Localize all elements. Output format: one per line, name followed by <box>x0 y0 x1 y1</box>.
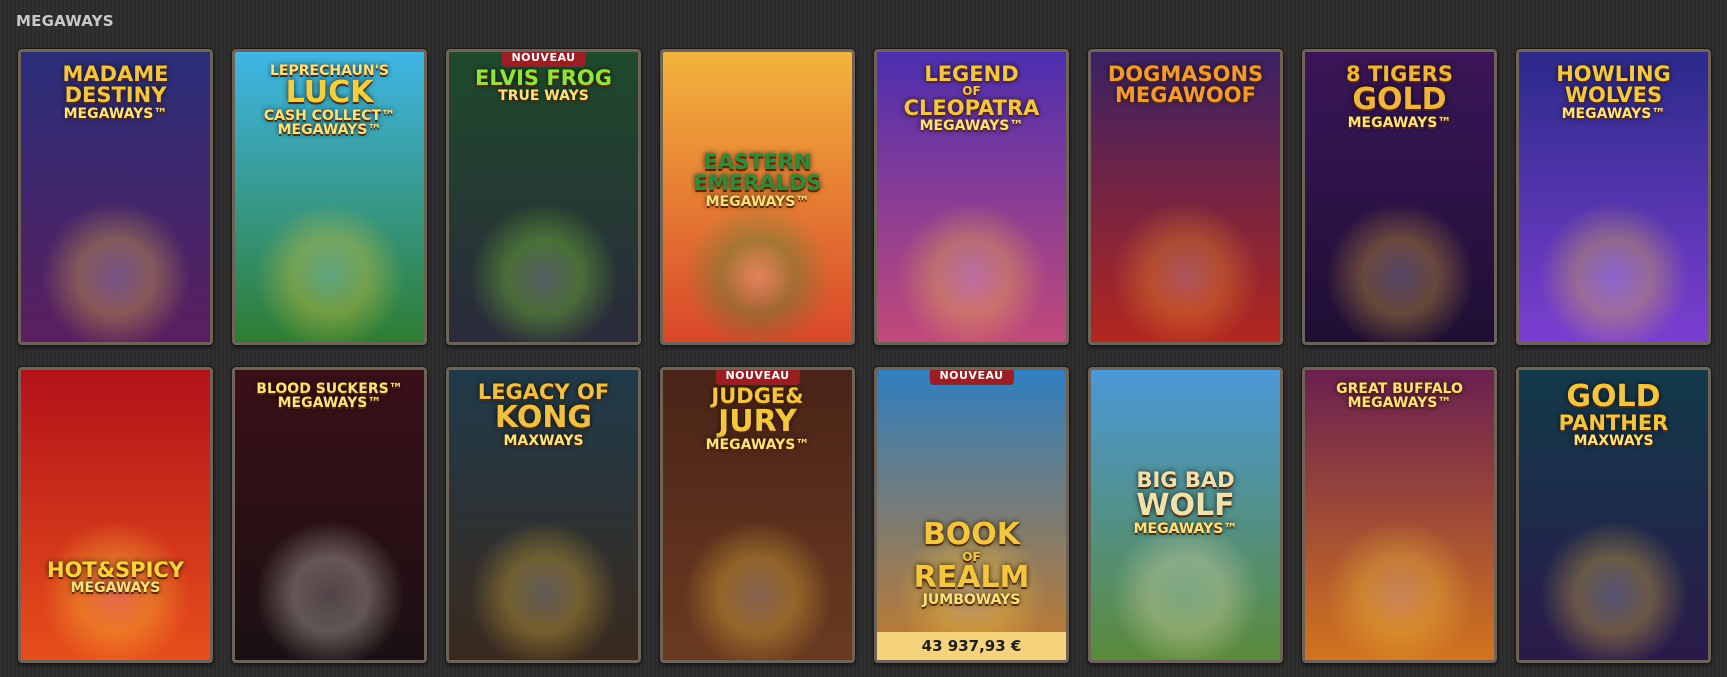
game-title: DOGMASONS MEGAWOOF <box>1091 63 1280 108</box>
game-title-line: GOLD <box>1352 82 1447 118</box>
game-title-line: WOLVES <box>1564 83 1663 108</box>
character-art <box>1538 202 1689 342</box>
game-title-line: MEGAWAYS™ <box>1133 521 1238 537</box>
character-art <box>682 202 833 342</box>
game-title: BOOK OF REALM JUMBOWAYS <box>877 517 1066 609</box>
game-tile[interactable]: EASTERN EMERALDS MEGAWAYS™ <box>660 49 855 345</box>
game-title-line: LUCK <box>285 75 374 111</box>
game-title-line: PANTHER <box>1558 410 1669 435</box>
character-art <box>1538 520 1689 660</box>
game-title: ELVIS FROG TRUE WAYS <box>449 66 638 105</box>
game-title-line: EMERALDS <box>693 171 822 196</box>
game-tile[interactable]: DOGMASONS MEGAWOOF <box>1088 49 1283 345</box>
game-title-line: MEGAWAYS™ <box>1347 395 1452 412</box>
game-title-line: JUMBOWAYS <box>922 592 1021 609</box>
game-title: HOWLING WOLVES MEGAWAYS™ <box>1519 63 1708 122</box>
game-title-line: MAXWAYS <box>1573 433 1654 449</box>
character-art <box>468 520 619 660</box>
game-tile[interactable]: BLOOD SUCKERS™ MEGAWAYS™ <box>232 367 427 663</box>
game-title-line: MEGAWAYS™ <box>919 118 1024 135</box>
game-title-line: DESTINY <box>64 83 167 108</box>
game-title: MADAME DESTINY MEGAWAYS™ <box>21 63 210 122</box>
game-title: JUDGE& JURY MEGAWAYS™ <box>663 385 852 453</box>
character-art <box>1110 202 1261 342</box>
game-title-line: MEGAWAYS <box>70 580 161 597</box>
new-badge: NOUVEAU <box>715 370 800 385</box>
game-title-line: KONG <box>494 400 593 436</box>
game-title-line: BOOK <box>922 517 1021 552</box>
game-title-line: CASH COLLECT™ <box>263 107 396 124</box>
game-tile[interactable]: GREAT BUFFALO MEGAWAYS™ <box>1302 367 1497 663</box>
game-tile[interactable]: BOOK OF REALM JUMBOWAYS NOUVEAU 43 937,93 € <box>874 367 1069 663</box>
game-grid: MADAME DESTINY MEGAWAYS™ LEPRECHAUN'S LUCK CA… <box>18 49 1711 663</box>
game-title-line: MEGAWAYS™ <box>277 122 382 139</box>
section-title: MEGAWAYS <box>16 12 114 30</box>
character-art <box>468 202 619 342</box>
game-title-line: REALM <box>913 559 1030 595</box>
game-title-line: GOLD <box>1566 379 1661 414</box>
game-title: EASTERN EMERALDS MEGAWAYS™ <box>663 151 852 210</box>
game-title: LEPRECHAUN'S LUCK CASH COLLECT™ MEGAWAYS™ <box>235 64 424 139</box>
character-art <box>254 202 405 342</box>
game-title-line: WOLF <box>1136 488 1235 524</box>
game-tile[interactable]: MADAME DESTINY MEGAWAYS™ <box>18 49 213 345</box>
game-title-line: JURY <box>718 404 797 440</box>
game-title: 8 TIGERS GOLD MEGAWAYS™ <box>1305 63 1494 131</box>
game-title-line: MEGAWAYS™ <box>1561 105 1666 122</box>
character-art <box>896 202 1047 342</box>
game-tile[interactable]: JUDGE& JURY MEGAWAYS™ NOUVEAU <box>660 367 855 663</box>
jackpot-amount: 43 937,93 € <box>877 632 1066 660</box>
game-title-line: MAXWAYS <box>503 433 584 449</box>
game-title-line: CLEOPATRA <box>903 95 1040 120</box>
game-title-line: MEGAWAYS™ <box>705 437 810 453</box>
game-title-line: MEGAWAYS™ <box>1347 115 1452 131</box>
character-art <box>40 202 191 342</box>
game-title: LEGACY OF KONG MAXWAYS <box>449 381 638 449</box>
new-badge: NOUVEAU <box>501 52 586 67</box>
game-title-line: MEGAWAYS™ <box>277 395 382 412</box>
character-art <box>1110 520 1261 660</box>
game-tile[interactable]: LEGACY OF KONG MAXWAYS <box>446 367 641 663</box>
game-tile[interactable]: HOT&SPICY MEGAWAYS <box>18 367 213 663</box>
game-title-line: ELVIS FROG <box>475 66 612 90</box>
game-title-line: MEGAWAYS™ <box>705 193 810 210</box>
game-title: LEGEND OF CLEOPATRA MEGAWAYS™ <box>877 62 1066 135</box>
game-tile[interactable]: ELVIS FROG TRUE WAYS NOUVEAU <box>446 49 641 345</box>
game-title-line: HOT&SPICY <box>46 558 184 582</box>
new-badge: NOUVEAU <box>929 370 1014 385</box>
game-tile[interactable]: LEGEND OF CLEOPATRA MEGAWAYS™ <box>874 49 1069 345</box>
game-title: GREAT BUFFALO MEGAWAYS™ <box>1305 382 1494 411</box>
game-tile[interactable]: HOWLING WOLVES MEGAWAYS™ <box>1516 49 1711 345</box>
game-tile[interactable]: LEPRECHAUN'S LUCK CASH COLLECT™ MEGAWAYS™ <box>232 49 427 345</box>
game-title: BIG BAD WOLF MEGAWAYS™ <box>1091 469 1280 537</box>
character-art <box>254 520 405 660</box>
game-title-line: TRUE WAYS <box>498 88 589 105</box>
game-tile[interactable]: 8 TIGERS GOLD MEGAWAYS™ <box>1302 49 1497 345</box>
character-art <box>1324 520 1475 660</box>
game-title: HOT&SPICY MEGAWAYS <box>21 558 210 597</box>
character-art <box>1324 202 1475 342</box>
game-title: GOLD PANTHER MAXWAYS <box>1519 379 1708 449</box>
game-title: BLOOD SUCKERS™ MEGAWAYS™ <box>235 382 424 411</box>
game-title-line: MEGAWOOF <box>1114 83 1256 108</box>
game-title-line: MEGAWAYS™ <box>63 105 168 122</box>
game-title-line: LEGEND <box>924 62 1019 86</box>
game-tile[interactable]: BIG BAD WOLF MEGAWAYS™ <box>1088 367 1283 663</box>
game-tile[interactable]: GOLD PANTHER MAXWAYS <box>1516 367 1711 663</box>
character-art <box>682 520 833 660</box>
